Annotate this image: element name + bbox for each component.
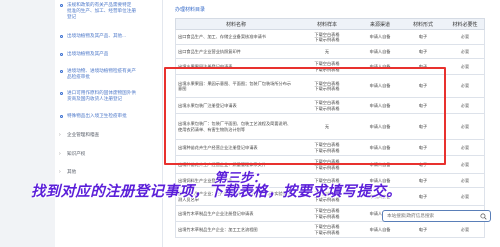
sidebar-item[interactable]: › 企业管理和稽查 [55, 132, 163, 138]
sidebar-item-label: 进境动物、进境动植物检疫有关产 [67, 68, 136, 73]
material-requirement: 必要 [460, 63, 470, 69]
sidebar: 法规和政策的有关产品需要特定 批准的生产、加工、经营单位注册 登记 出境动植物及… [55, 0, 163, 247]
sidebar-item-label: 批准的生产、加工、经营单位注册 [67, 8, 136, 13]
material-source: 申请人自备 [369, 226, 391, 232]
table-row: 出口食品生产企业营业执照复印件 无 申请人自备 电子 必要 [175, 45, 485, 59]
chevron-right-icon: › [59, 132, 61, 138]
material-source: 申请人自备 [369, 48, 391, 54]
sidebar-item-label: 特殊物品出入境卫生检疫审批 [67, 113, 127, 118]
chevron-right-icon: › [59, 169, 61, 175]
sidebar-item-label: 品检疫审批 [67, 74, 90, 79]
sidebar-item[interactable]: 登记 [55, 14, 163, 20]
material-requirement: 必要 [460, 144, 470, 150]
material-requirement: 必要 [460, 83, 470, 89]
sidebar-item[interactable]: › 知识产权 [55, 151, 163, 157]
material-sample-link[interactable]: 下载空白表格 下载示例表格 [296, 222, 358, 237]
material-form: 电子 [418, 48, 428, 54]
sidebar-item-label: 知识产权 [67, 151, 86, 156]
search-input[interactable] [387, 211, 479, 221]
bullet-icon [60, 34, 63, 38]
sidebar-item[interactable]: 出境动植物及其产品 [55, 51, 163, 57]
material-name: 出口食品生产企业营业执照复印件 [178, 48, 241, 54]
material-requirement: 必要 [460, 226, 470, 232]
table-row: 出口食品生产、加工、存储企业备案核准申请书 下载空白表格 下载示例表格 申请人自备 电… [175, 30, 485, 45]
search-icon[interactable] [480, 212, 487, 220]
material-requirement: 必要 [460, 34, 470, 40]
table-header: 材料名称 材料样本 来源渠道 材料形式 材料必要性 [175, 18, 485, 30]
material-name: 出境竹木草制品生产企业注册登记申请表 [178, 210, 254, 216]
chevron-right-icon: › [59, 151, 61, 157]
section-title: 办理材料目录 [175, 7, 206, 13]
bullet-icon [60, 52, 63, 56]
material-form: 电子 [418, 226, 428, 232]
material-requirement: 必要 [460, 161, 470, 167]
page: 法规和政策的有关产品需要特定 批准的生产、加工、经营单位注册 登记 出境动植物及… [0, 0, 500, 247]
material-name: 出境竹木草制品生产企业：加工工艺流程图 [178, 226, 258, 232]
sidebar-item[interactable]: 出境动植物及其产品、其他... [55, 33, 163, 39]
sidebar-item[interactable]: 特殊物品出入境卫生检疫审批 [55, 113, 163, 119]
sidebar-item-label: 法规和政策的有关产品需要特定 [67, 2, 132, 7]
sidebar-item[interactable]: 品检疫审批 [55, 74, 163, 80]
material-name: 出口食品生产、加工、存储企业备案核准申请书 [178, 34, 266, 40]
table-row: 出境竹木草制品生产企业：加工工艺流程图 下载空白表格 下载示例表格 申请人自备 电子 必… [175, 222, 485, 238]
instruction-caption: 找到对应的注册登记事项，下载表格，按要求填写提交。 [31, 184, 401, 200]
material-sample-link[interactable]: 下载空白表格 下载示例表格 [296, 206, 358, 221]
sidebar-item-label: 出境动植物及其产品、其他... [67, 33, 126, 38]
sidebar-item-label: 登记 [67, 14, 77, 19]
search-box[interactable] [382, 210, 491, 222]
bullet-icon [60, 3, 63, 7]
sidebar-item[interactable]: 货商及国内收货人注册登记 [55, 96, 163, 102]
sidebar-item-label: 出境动植物及其产品 [67, 51, 109, 56]
sidebar-item-label: 货商及国内收货人注册登记 [67, 96, 123, 101]
sidebar-item-label: 进口可用作原料的固体废物国外供 [67, 90, 136, 95]
sidebar-item-label: 其他 [67, 169, 77, 174]
material-source: 申请人自备 [369, 34, 391, 40]
bullet-icon [60, 114, 63, 118]
sidebar-item-label: 企业管理和稽查 [67, 132, 100, 137]
material-requirement: 必要 [460, 48, 470, 54]
material-form: 电子 [418, 34, 428, 40]
highlight-box [164, 67, 446, 165]
material-sample-link[interactable]: 下载空白表格 下载示例表格 [296, 30, 358, 44]
bullet-icon [60, 91, 63, 95]
sidebar-item[interactable]: › 其他 [55, 169, 163, 175]
bullet-icon [60, 69, 63, 73]
material-sample-link[interactable]: 无 [296, 45, 358, 58]
material-requirement: 必要 [460, 102, 470, 108]
material-requirement: 必要 [460, 123, 470, 129]
